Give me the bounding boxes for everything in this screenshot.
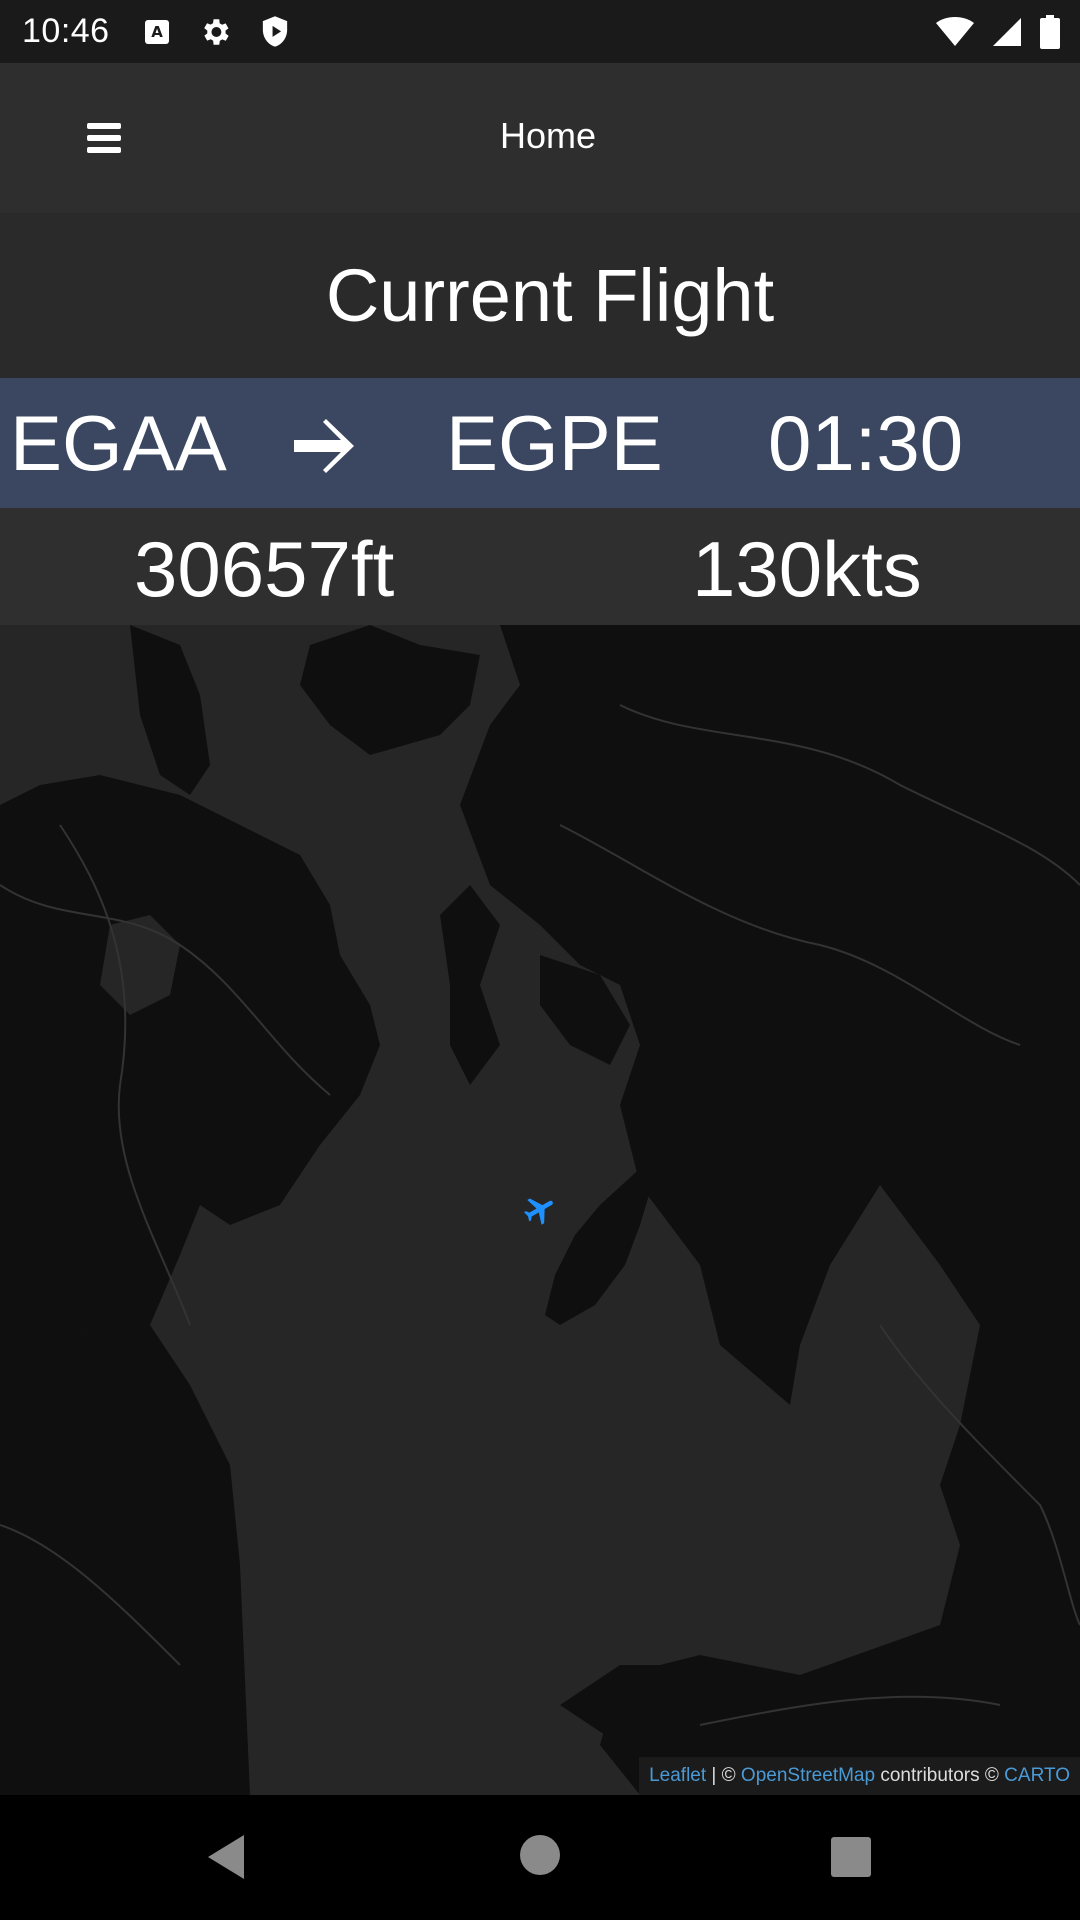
land-ireland-east	[0, 1325, 250, 1795]
openstreetmap-link[interactable]: OpenStreetMap	[741, 1765, 875, 1787]
gear-icon	[203, 18, 229, 45]
signal-icon	[993, 17, 1021, 46]
app-bar: Home	[0, 63, 1080, 213]
flight-time: 01:30	[768, 399, 964, 487]
map-attribution: Leaflet | © OpenStreetMap contributors ©…	[639, 1757, 1080, 1795]
svg-text:A: A	[151, 23, 163, 41]
land-arran	[300, 625, 480, 755]
battery-icon	[1040, 14, 1060, 49]
attribution-contributors: contributors ©	[875, 1765, 1005, 1786]
wifi-icon	[936, 16, 974, 46]
status-bar: 10:46 A	[0, 0, 1080, 63]
land-northern-ireland	[0, 775, 380, 1345]
map[interactable]: Leaflet | © OpenStreetMap contributors ©…	[0, 625, 1080, 1795]
shield-play-icon	[262, 15, 287, 47]
leaflet-link[interactable]: Leaflet	[649, 1765, 706, 1787]
back-triangle-icon[interactable]	[204, 1833, 248, 1881]
route-row: EGAA EGPE 01:30	[0, 378, 1080, 508]
current-flight-title: Current Flight	[325, 254, 775, 337]
airplane-icon[interactable]	[522, 1192, 558, 1228]
status-left-icons: A	[144, 15, 290, 49]
a-icon: A	[144, 19, 169, 44]
speed-value: 130kts	[692, 525, 922, 613]
land-rhins	[440, 885, 500, 1085]
home-circle-icon[interactable]	[520, 1835, 560, 1875]
carto-link[interactable]: CARTO	[1004, 1765, 1070, 1787]
altitude-value: 30657ft	[134, 525, 395, 613]
attribution-separator: | ©	[706, 1765, 741, 1786]
origin-airport: EGAA	[10, 399, 227, 487]
arrow-right-icon	[294, 419, 354, 473]
page-title: Home	[499, 115, 597, 156]
destination-airport: EGPE	[446, 399, 663, 487]
navigation-bar	[0, 1795, 1080, 1920]
land-isle-of-man	[545, 1165, 652, 1325]
land-kintyre	[130, 625, 210, 795]
status-right-icons	[936, 0, 1060, 63]
recents-square-icon[interactable]	[831, 1837, 871, 1877]
current-flight-heading: Current Flight	[0, 213, 1080, 378]
stats-row: 30657ft 130kts	[0, 508, 1080, 625]
status-time: 10:46	[22, 12, 110, 50]
screen: 10:46 A Home Current Flight EGAA EGPE 01…	[0, 0, 1080, 1920]
